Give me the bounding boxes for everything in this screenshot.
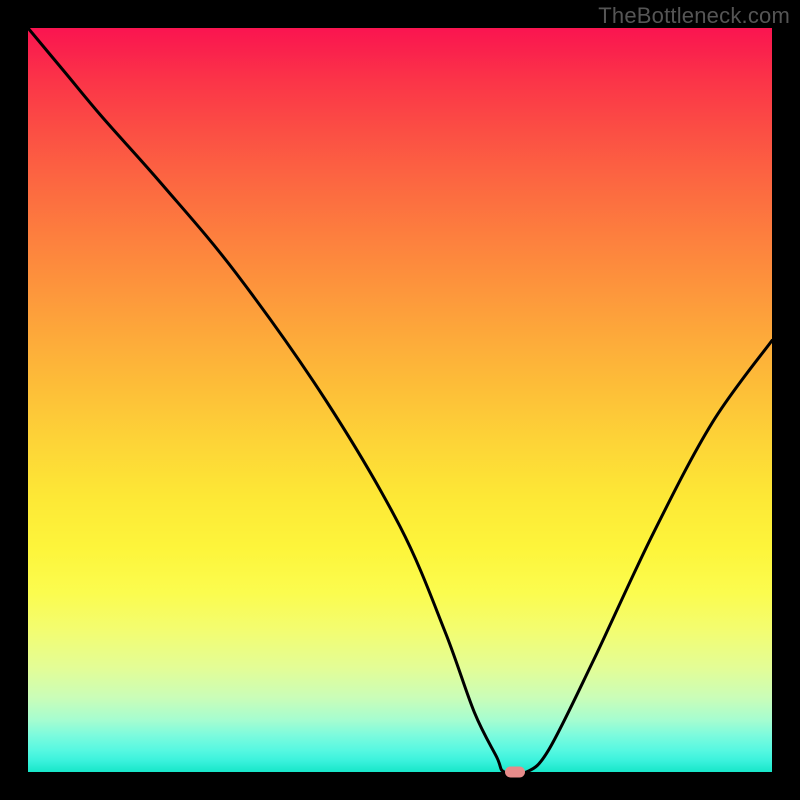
optimum-marker: [505, 767, 525, 778]
chart-container: TheBottleneck.com: [0, 0, 800, 800]
watermark-text: TheBottleneck.com: [598, 3, 790, 29]
plot-area: [28, 28, 772, 772]
bottleneck-curve-path: [28, 28, 772, 772]
curve-svg: [28, 28, 772, 772]
